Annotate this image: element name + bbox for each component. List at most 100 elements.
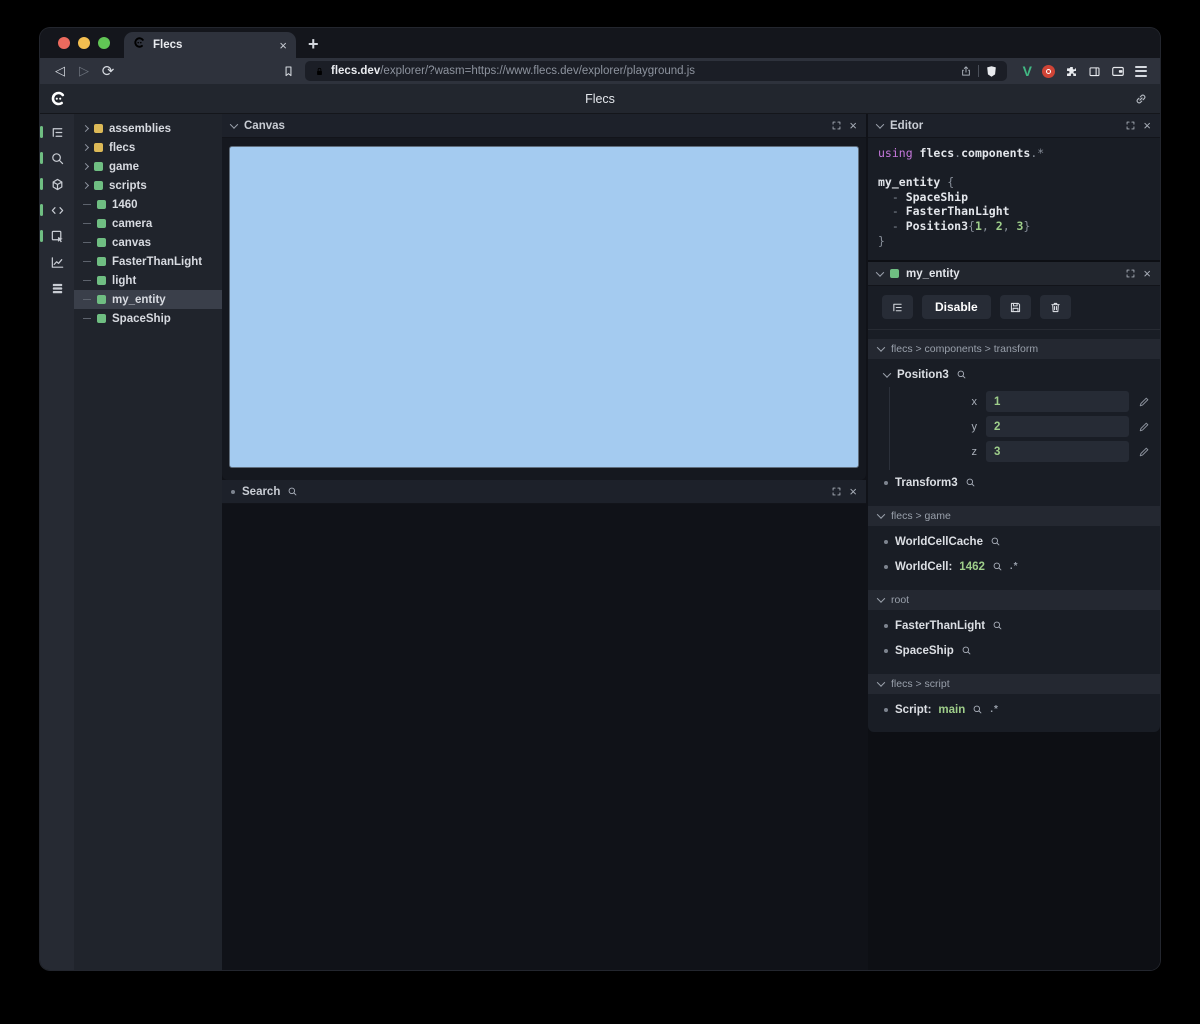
browser-tab[interactable]: Flecs ×	[124, 32, 296, 58]
tree-item-label: game	[109, 160, 140, 173]
tree-view-button[interactable]	[882, 295, 913, 319]
fullscreen-icon[interactable]	[831, 120, 842, 131]
chevron-down-icon[interactable]	[876, 594, 886, 603]
extensions-puzzle-icon[interactable]	[1065, 65, 1078, 78]
share-icon[interactable]	[960, 65, 972, 77]
tree-item-canvas[interactable]: canvas	[74, 233, 222, 252]
field-key-label: z	[971, 445, 978, 458]
vue-devtools-icon[interactable]: V	[1023, 63, 1032, 79]
inspector-toolbar: Disable	[868, 286, 1160, 330]
menu-icon[interactable]	[1135, 65, 1147, 77]
tree-item-game[interactable]: game	[74, 157, 222, 176]
chevron-down-icon[interactable]	[229, 119, 239, 129]
component-row-SpaceShip[interactable]: SpaceShip	[884, 638, 1150, 663]
chevron-down-icon[interactable]	[875, 267, 885, 277]
query-magnifier-icon[interactable]	[965, 477, 976, 488]
inspector-panel-header: my_entity ×	[868, 262, 1160, 286]
tree-item-my_entity[interactable]: my_entity	[74, 290, 222, 309]
close-window-button[interactable]	[58, 37, 70, 49]
tree-item-flecs[interactable]: flecs	[74, 138, 222, 157]
stack-tool-icon[interactable]	[40, 275, 74, 301]
entity-square-icon	[94, 162, 103, 171]
cube-tool-icon[interactable]	[40, 171, 74, 197]
search-magnifier-icon[interactable]	[287, 486, 298, 497]
component-row-WorldCellCache[interactable]: WorldCellCache	[884, 529, 1150, 554]
entity-inspector-panel: my_entity × Disable flecs > components >…	[868, 262, 1160, 732]
app-content: assemblies flecs game scripts 1460 camera canv…	[40, 114, 1160, 970]
field-value-input[interactable]: 3	[986, 441, 1129, 462]
save-entity-button[interactable]	[999, 295, 1031, 319]
tree-item-SpaceShip[interactable]: SpaceShip	[74, 309, 222, 328]
disable-entity-button[interactable]: Disable	[922, 295, 991, 319]
fullscreen-icon[interactable]	[1125, 120, 1136, 131]
field-value-input[interactable]: 1	[986, 391, 1129, 412]
fullscreen-icon[interactable]	[1125, 268, 1136, 279]
minimize-window-button[interactable]	[78, 37, 90, 49]
code-editor[interactable]: using flecs.components.* my_entity { - S…	[868, 138, 1160, 260]
field-value-input[interactable]: 2	[986, 416, 1129, 437]
code-tool-icon[interactable]	[40, 197, 74, 223]
forward-button[interactable]: ▷	[73, 61, 95, 81]
fullscreen-icon[interactable]	[831, 486, 842, 497]
delete-entity-button[interactable]	[1039, 295, 1071, 319]
chevron-right-icon[interactable]	[81, 181, 90, 190]
tree-item-1460[interactable]: 1460	[74, 195, 222, 214]
chevron-down-icon[interactable]	[876, 678, 886, 687]
back-button[interactable]: ◁	[49, 61, 71, 81]
component-row-WorldCell[interactable]: WorldCell: 1462 .*	[884, 554, 1150, 579]
tree-item-scripts[interactable]: scripts	[74, 176, 222, 195]
tree-item-assemblies[interactable]: assemblies	[74, 119, 222, 138]
chevron-right-icon[interactable]	[81, 124, 90, 133]
close-panel-icon[interactable]: ×	[849, 119, 857, 132]
zoom-window-button[interactable]	[98, 37, 110, 49]
tree-item-camera[interactable]: camera	[74, 214, 222, 233]
component-row-Position3[interactable]: Position3	[882, 362, 1150, 387]
component-section-header[interactable]: flecs > components > transform	[868, 339, 1160, 359]
wallet-icon[interactable]	[1111, 64, 1125, 78]
chevron-right-icon[interactable]	[81, 162, 90, 171]
chevron-down-icon[interactable]	[876, 343, 886, 352]
chevron-down-icon[interactable]	[876, 510, 886, 519]
tree-tool-icon[interactable]	[40, 119, 74, 145]
query-magnifier-icon[interactable]	[961, 645, 972, 656]
edit-pencil-icon[interactable]	[1138, 421, 1150, 433]
bookmark-icon[interactable]	[277, 61, 299, 81]
search-tool-icon[interactable]	[40, 145, 74, 171]
edit-pencil-icon[interactable]	[1138, 446, 1150, 458]
component-row-FasterThanLight[interactable]: FasterThanLight	[884, 613, 1150, 638]
chart-tool-icon[interactable]	[40, 249, 74, 275]
component-row-Transform3[interactable]: Transform3	[884, 470, 1150, 495]
search-panel-title: Search	[242, 485, 281, 498]
tree-item-label: FasterThanLight	[112, 255, 203, 268]
new-tab-button[interactable]: +	[308, 35, 319, 53]
brave-shield-icon[interactable]	[985, 65, 998, 78]
chevron-down-icon[interactable]	[875, 119, 885, 129]
component-row-Script[interactable]: Script: main .*	[884, 697, 1150, 722]
adblock-extension-icon[interactable]	[1042, 64, 1055, 78]
component-label: WorldCellCache	[895, 535, 983, 548]
inspect-tool-icon[interactable]	[40, 223, 74, 249]
query-magnifier-icon[interactable]	[992, 561, 1003, 572]
close-panel-icon[interactable]: ×	[849, 485, 857, 498]
query-magnifier-icon[interactable]	[972, 704, 983, 715]
section-path-label: flecs > game	[891, 510, 951, 522]
active-indicator	[40, 126, 43, 138]
query-magnifier-icon[interactable]	[990, 536, 1001, 547]
url-bar[interactable]: flecs.dev/explorer/?wasm=https://www.fle…	[305, 61, 1007, 81]
sidebar-toggle-icon[interactable]	[1088, 65, 1101, 78]
close-panel-icon[interactable]: ×	[1143, 119, 1151, 132]
render-canvas[interactable]	[229, 146, 859, 468]
tree-item-light[interactable]: light	[74, 271, 222, 290]
close-tab-icon[interactable]: ×	[279, 39, 287, 52]
component-section-header[interactable]: flecs > game	[868, 506, 1160, 526]
tree-item-FasterThanLight[interactable]: FasterThanLight	[74, 252, 222, 271]
reload-button[interactable]: ⟳	[97, 61, 119, 81]
component-section-header[interactable]: root	[868, 590, 1160, 610]
query-magnifier-icon[interactable]	[992, 620, 1003, 631]
edit-pencil-icon[interactable]	[1138, 396, 1150, 408]
chevron-down-icon[interactable]	[882, 368, 892, 378]
close-panel-icon[interactable]: ×	[1143, 267, 1151, 280]
query-magnifier-icon[interactable]	[956, 369, 967, 380]
component-section-header[interactable]: flecs > script	[868, 674, 1160, 694]
chevron-right-icon[interactable]	[81, 143, 90, 152]
